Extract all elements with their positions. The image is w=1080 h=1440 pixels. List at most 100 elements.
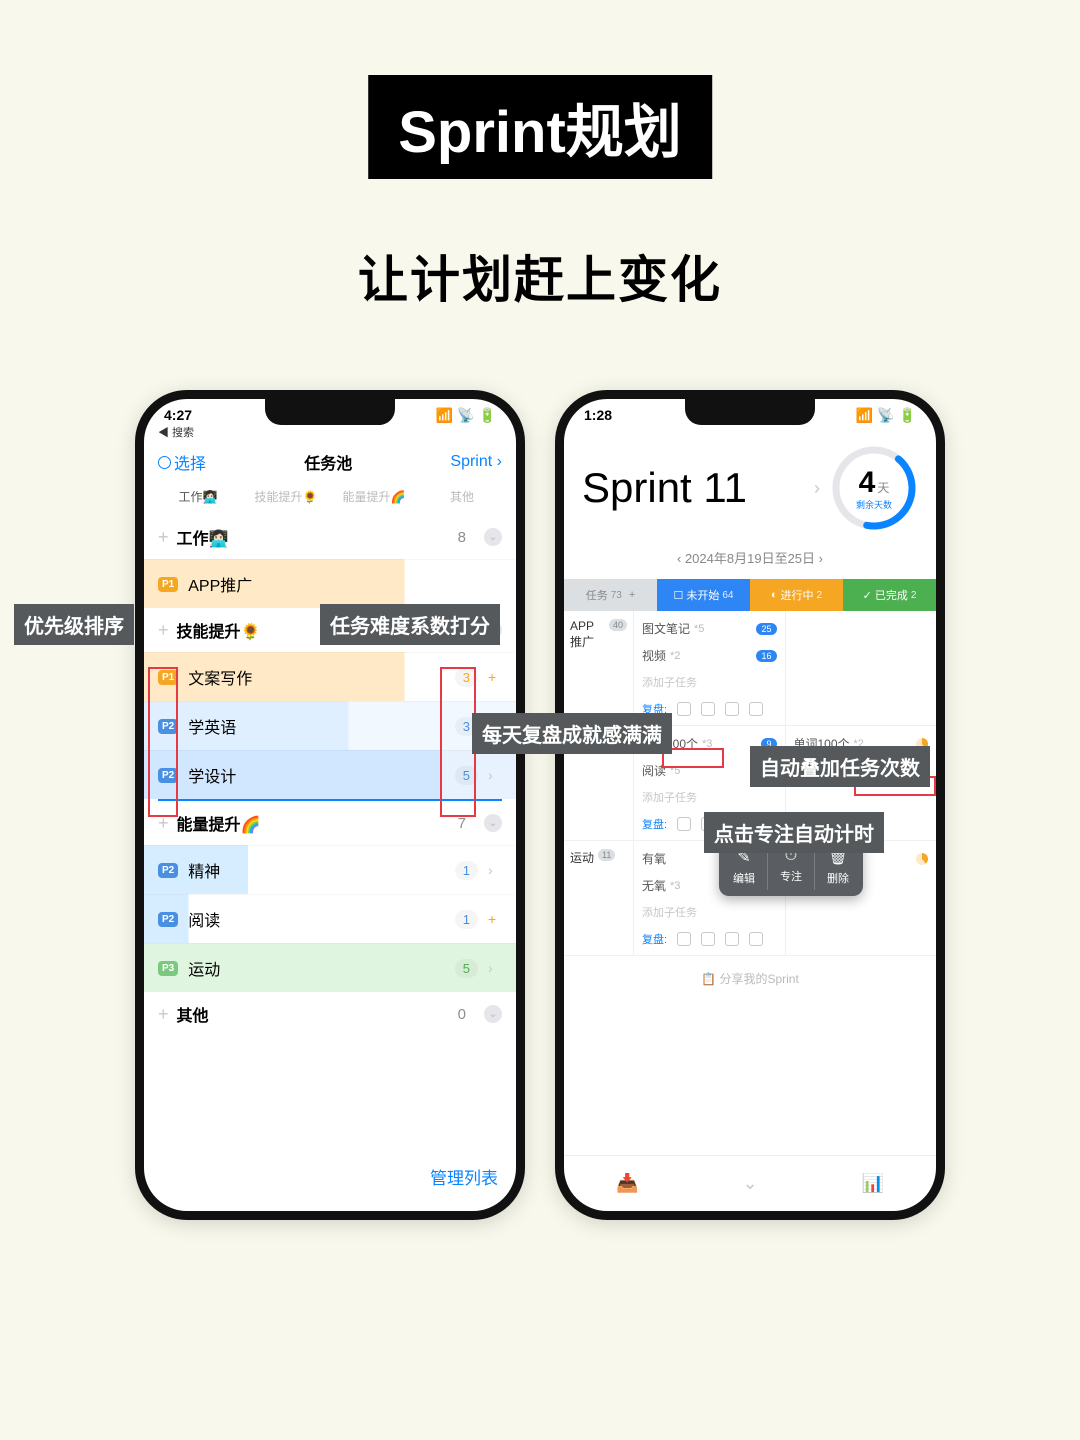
review-label: 复盘: xyxy=(642,931,667,947)
status-tab[interactable]: 任务73+ xyxy=(564,579,657,611)
section-header[interactable]: +其他0⌄ xyxy=(144,992,516,1036)
nav-bar: 选择 任务池 Sprint › xyxy=(144,440,516,484)
chevron-down-icon[interactable]: ⌄ xyxy=(484,1005,502,1023)
notch xyxy=(265,399,395,425)
section-name: 工作👩🏻‍💻 xyxy=(177,525,450,549)
section-name: 能量提升🌈 xyxy=(177,811,450,835)
review-checkbox[interactable] xyxy=(725,932,739,946)
signal-icon: 📶 xyxy=(436,407,453,424)
page-subtitle: 让计划赶上变化 xyxy=(358,240,722,312)
wifi-icon: 📡 xyxy=(877,407,894,424)
tab-other[interactable]: 其他 xyxy=(418,488,506,505)
chevron-right-icon[interactable]: › xyxy=(488,960,502,976)
status-tab[interactable]: ◐进行中2 xyxy=(750,579,843,611)
review-checkbox[interactable] xyxy=(725,702,739,716)
phone-right: 1:28 📶 📡 🔋 Sprint 11 › 4天 剩余天数 ‹ 202 xyxy=(555,390,945,1220)
chevron-down-icon[interactable]: ⌄ xyxy=(742,1173,757,1194)
page-title: Sprint规划 xyxy=(368,75,712,179)
task-name: APP推广 xyxy=(188,572,445,596)
plus-icon[interactable]: + xyxy=(158,1004,169,1025)
anno-review: 每天复盘成就感满满 xyxy=(472,713,672,754)
phone-left: 4:27 📶 📡 🔋 ◀ 搜索 选择 任务池 Sprint › 工作👩🏻‍💻 技… xyxy=(135,390,525,1220)
status-icon: ☐ xyxy=(674,589,684,602)
sprint-title[interactable]: Sprint 11 xyxy=(582,464,804,512)
task-score: 5 xyxy=(455,766,478,785)
sprint-task[interactable]: 图文笔记*525 xyxy=(640,615,779,642)
priority-badge: P2 xyxy=(158,863,178,878)
inbox-icon[interactable]: 📥 xyxy=(616,1173,638,1194)
battery-icon: 🔋 xyxy=(899,407,916,424)
anno-priority: 优先级排序 xyxy=(14,604,134,645)
group-category[interactable]: APP推广40 xyxy=(564,611,634,725)
tab-skills[interactable]: 技能提升🌻 xyxy=(242,488,330,505)
battery-icon: 🔋 xyxy=(479,407,496,424)
task-row[interactable]: P1文案写作3+ xyxy=(144,652,516,701)
tab-work[interactable]: 工作👩🏻‍💻 xyxy=(154,488,242,505)
priority-badge: P2 xyxy=(158,912,178,927)
clock: 1:28 xyxy=(584,407,612,424)
review-checkbox[interactable] xyxy=(677,932,691,946)
task-name: 精神 xyxy=(188,858,445,882)
status-icon: ◐ xyxy=(771,589,778,601)
status-tab[interactable]: ✓已完成2 xyxy=(843,579,936,611)
review-checkbox[interactable] xyxy=(749,932,763,946)
task-row[interactable]: P2学英语3+ xyxy=(144,701,516,750)
task-row[interactable]: P1APP推广0 xyxy=(144,559,516,608)
chevron-right-icon[interactable]: › xyxy=(488,862,502,878)
review-checkbox[interactable] xyxy=(677,817,691,831)
task-row[interactable]: P3 运动 5 › xyxy=(144,943,516,992)
select-button[interactable]: 选择 xyxy=(158,450,206,474)
add-icon[interactable]: + xyxy=(488,911,502,927)
share-sprint-button[interactable]: 📋 分享我的Sprint xyxy=(564,956,936,1001)
task-name: 运动 xyxy=(188,956,445,980)
task-count: 25 xyxy=(756,623,776,635)
review-checkbox[interactable] xyxy=(677,702,691,716)
wifi-icon: 📡 xyxy=(457,407,474,424)
anno-focus: 点击专注自动计时 xyxy=(704,812,884,853)
sprint-link[interactable]: Sprint › xyxy=(450,453,502,471)
status-tab[interactable]: ☐未开始64 xyxy=(657,579,750,611)
plus-icon[interactable]: + xyxy=(158,620,169,641)
review-label: 复盘: xyxy=(642,816,667,832)
clock: 4:27 xyxy=(164,407,192,424)
chevron-down-icon[interactable]: ⌄ xyxy=(484,528,502,546)
priority-badge: P2 xyxy=(158,719,178,734)
days-label: 剩余天数 xyxy=(856,498,892,511)
days-number: 4 xyxy=(859,466,876,499)
task-count: 16 xyxy=(756,650,776,662)
priority-badge: P3 xyxy=(158,961,178,976)
task-row[interactable]: P2 阅读 1 + xyxy=(144,894,516,943)
task-name: 学设计 xyxy=(188,763,445,787)
plus-icon[interactable]: + xyxy=(158,527,169,548)
chevron-right-icon[interactable]: › xyxy=(488,767,502,783)
tab-energy[interactable]: 能量提升🌈 xyxy=(330,488,418,505)
category-tabs: 工作👩🏻‍💻 技能提升🌻 能量提升🌈 其他 xyxy=(144,484,516,515)
task-row[interactable]: P2学设计5› xyxy=(144,750,516,799)
nav-title: 任务池 xyxy=(304,450,352,474)
chevron-down-icon[interactable]: ⌄ xyxy=(484,814,502,832)
task-score: 1 xyxy=(455,910,478,929)
sprint-task[interactable]: 视频*216 xyxy=(640,642,779,669)
task-name: 阅读 xyxy=(188,907,445,931)
anno-difficulty: 任务难度系数打分 xyxy=(320,604,500,645)
progress-icon xyxy=(916,853,928,865)
add-subtask[interactable]: 添加子任务 xyxy=(640,899,779,925)
group-category[interactable]: 运动11 xyxy=(564,841,634,955)
status-icon: ✓ xyxy=(863,589,872,602)
add-subtask[interactable]: 添加子任务 xyxy=(640,784,779,810)
review-checkbox[interactable] xyxy=(749,702,763,716)
task-row[interactable]: P2精神1› xyxy=(144,845,516,894)
task-score: 3 xyxy=(455,668,478,687)
section-header[interactable]: +工作👩🏻‍💻8⌄ xyxy=(144,515,516,559)
back-to-search[interactable]: ◀ 搜索 xyxy=(144,424,516,440)
plus-icon[interactable]: + xyxy=(158,813,169,834)
task-score: 5 xyxy=(455,959,478,978)
section-header[interactable]: +能量提升🌈7⌄ xyxy=(144,801,516,845)
stats-icon[interactable]: 📊 xyxy=(862,1173,884,1194)
add-icon[interactable]: + xyxy=(488,669,502,685)
add-subtask[interactable]: 添加子任务 xyxy=(640,669,779,695)
review-checkbox[interactable] xyxy=(701,932,715,946)
review-checkbox[interactable] xyxy=(701,702,715,716)
manage-lists-button[interactable]: 管理列表 xyxy=(430,1164,498,1189)
section-name: 其他 xyxy=(177,1002,450,1026)
